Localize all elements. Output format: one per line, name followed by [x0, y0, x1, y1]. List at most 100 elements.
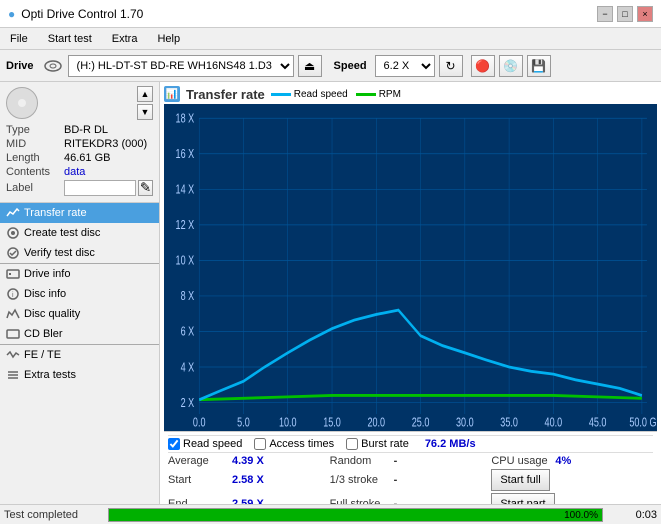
checkbox-access-times-input[interactable] [254, 438, 266, 450]
save-button[interactable]: 💾 [527, 55, 551, 77]
svg-text:6 X: 6 X [181, 325, 195, 339]
svg-text:10 X: 10 X [176, 254, 195, 268]
fe-te-icon [6, 348, 20, 362]
nav-item-extra-tests[interactable]: Extra tests [0, 365, 159, 385]
checkbox-burst-rate-label: Burst rate [361, 438, 409, 450]
eject-button[interactable]: ⏏ [298, 55, 322, 77]
chart-header: Transfer rate Read speed RPM [164, 86, 657, 102]
menu-file[interactable]: File [4, 32, 34, 46]
cpu-usage-label: CPU usage [491, 455, 551, 467]
svg-text:15.0: 15.0 [323, 416, 341, 430]
legend-read-speed-color [271, 93, 291, 96]
drive-toolbar: Drive (H:) HL-DT-ST BD-RE WH16NS48 1.D3 … [0, 50, 661, 82]
legend-read-speed-label: Read speed [294, 89, 348, 100]
speed-selector[interactable]: 6.2 X [375, 55, 435, 77]
burst-rate-value: 76.2 MB/s [425, 438, 476, 450]
disc-button[interactable]: 💿 [499, 55, 523, 77]
contents-value[interactable]: data [64, 166, 85, 178]
drive-info-icon [6, 267, 20, 281]
stats-row-1: Average 4.39 X Random - CPU usage 4% [168, 455, 653, 467]
minimize-button[interactable]: − [597, 6, 613, 22]
status-text: Test completed [4, 509, 104, 521]
menu-start-test[interactable]: Start test [42, 32, 98, 46]
cd-bler-icon [6, 327, 20, 341]
chart-area: 18 X 16 X 14 X 12 X 10 X 8 X 6 X 4 X 2 X… [164, 104, 657, 431]
mid-value: RITEKDR3 (000) [64, 138, 147, 150]
nav-item-drive-info[interactable]: Drive info [0, 264, 159, 284]
type-row: Type BD-R DL [6, 124, 153, 136]
label-input[interactable] [64, 180, 136, 196]
nav-item-create-test-disc[interactable]: Create test disc [0, 223, 159, 243]
main-container: ▲ ▼ Type BD-R DL MID RITEKDR3 (000) Leng… [0, 82, 661, 524]
svg-text:8 X: 8 X [181, 290, 195, 304]
disc-next-button[interactable]: ▼ [137, 104, 153, 120]
svg-text:35.0: 35.0 [500, 416, 518, 430]
maximize-button[interactable]: □ [617, 6, 633, 22]
length-label: Length [6, 152, 64, 164]
contents-row: Contents data [6, 166, 153, 178]
label-row: Label ✎ [6, 180, 153, 196]
app-title: Opti Drive Control 1.70 [21, 7, 143, 21]
drive-label: Drive [6, 60, 34, 72]
burn-button[interactable]: 🔴 [471, 55, 495, 77]
app-icon: ● [8, 7, 15, 21]
drive-selector[interactable]: (H:) HL-DT-ST BD-RE WH16NS48 1.D3 [68, 55, 294, 77]
svg-text:50.0 GB: 50.0 GB [629, 416, 657, 430]
checkbox-read-speed-input[interactable] [168, 438, 180, 450]
refresh-speed-button[interactable]: ↻ [439, 55, 463, 77]
svg-text:25.0: 25.0 [412, 416, 430, 430]
checkbox-row: Read speed Access times Burst rate 76.2 … [168, 435, 653, 453]
chart-icon [164, 86, 180, 102]
stats-cpu-usage: CPU usage 4% [491, 455, 653, 467]
disc-prev-button[interactable]: ▲ [137, 86, 153, 102]
nav-item-disc-quality[interactable]: Disc quality [0, 304, 159, 324]
stats-row-2: Start 2.58 X 1/3 stroke - Start full [168, 469, 653, 491]
contents-label: Contents [6, 166, 64, 178]
disc-quality-icon [6, 307, 20, 321]
verify-test-disc-icon [6, 246, 20, 260]
disc-info-header: ▲ ▼ [6, 86, 153, 120]
legend-rpm: RPM [356, 89, 401, 100]
nav-label-disc-quality: Disc quality [24, 308, 80, 320]
svg-text:12 X: 12 X [176, 219, 195, 233]
svg-text:40.0: 40.0 [545, 416, 563, 430]
nav-items: Transfer rate Create test disc Verify te… [0, 203, 159, 504]
close-button[interactable]: × [637, 6, 653, 22]
label-edit-button[interactable]: ✎ [138, 180, 153, 196]
disc-info-icon: i [6, 287, 20, 301]
menu-extra[interactable]: Extra [106, 32, 144, 46]
checkbox-access-times: Access times [254, 438, 334, 450]
svg-text:0.0: 0.0 [193, 416, 206, 430]
time-label: 0:03 [607, 509, 657, 521]
nav-label-drive-info: Drive info [24, 268, 70, 280]
disc-info-panel: ▲ ▼ Type BD-R DL MID RITEKDR3 (000) Leng… [0, 82, 159, 203]
legend-read-speed: Read speed [271, 89, 348, 100]
title-bar: ● Opti Drive Control 1.70 − □ × [0, 0, 661, 28]
legend-rpm-color [356, 93, 376, 96]
nav-item-verify-test-disc[interactable]: Verify test disc [0, 243, 159, 263]
nav-item-transfer-rate[interactable]: Transfer rate [0, 203, 159, 223]
nav-item-disc-info[interactable]: i Disc info [0, 284, 159, 304]
nav-label-create-test-disc: Create test disc [24, 227, 100, 239]
nav-item-fe-te[interactable]: FE / TE [0, 345, 159, 365]
cpu-usage-value: 4% [555, 455, 605, 467]
progress-bar: 100.0% [108, 508, 603, 522]
chart-svg: 18 X 16 X 14 X 12 X 10 X 8 X 6 X 4 X 2 X… [164, 104, 657, 431]
stats-start: Start 2.58 X [168, 474, 330, 486]
average-label: Average [168, 455, 228, 467]
checkbox-burst-rate-input[interactable] [346, 438, 358, 450]
nav-label-disc-info: Disc info [24, 288, 66, 300]
progress-text: 100.0% [564, 509, 598, 523]
mid-row: MID RITEKDR3 (000) [6, 138, 153, 150]
start-full-button[interactable]: Start full [491, 469, 549, 491]
svg-text:2 X: 2 X [181, 396, 195, 410]
stats-random: Random - [330, 455, 492, 467]
menu-help[interactable]: Help [151, 32, 186, 46]
nav-label-transfer-rate: Transfer rate [24, 207, 87, 219]
checkbox-read-speed: Read speed [168, 438, 242, 450]
nav-label-extra-tests: Extra tests [24, 369, 76, 381]
nav-label-verify-test-disc: Verify test disc [24, 247, 95, 259]
nav-item-cd-bler[interactable]: CD Bler [0, 324, 159, 344]
one-third-stroke-label: 1/3 stroke [330, 474, 390, 486]
type-value: BD-R DL [64, 124, 108, 136]
